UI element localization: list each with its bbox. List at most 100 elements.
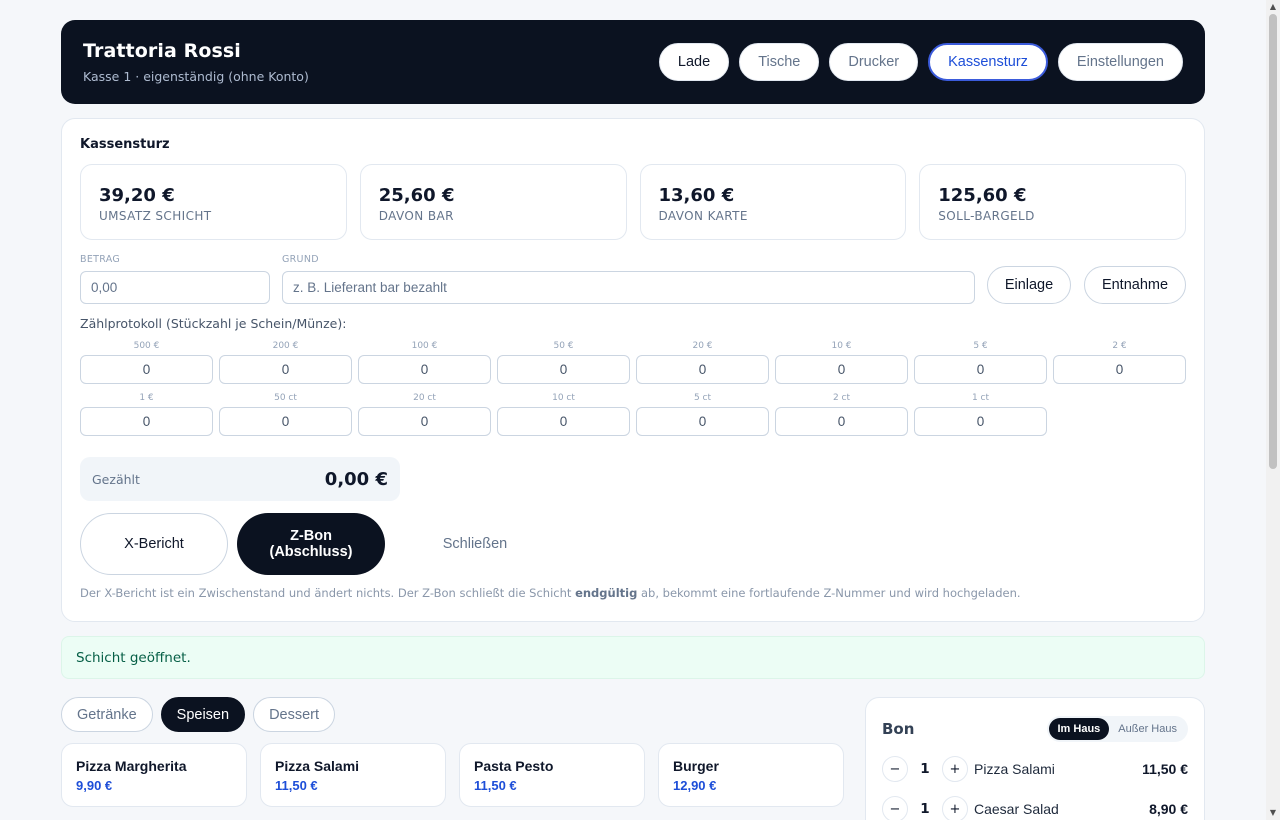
shift-status-banner: Schicht geöffnet. bbox=[61, 636, 1205, 679]
denomination-10-eur: 10 € 0 bbox=[775, 341, 908, 393]
product-name: Pizza Salami bbox=[275, 758, 360, 774]
denomination-200-eur: 200 € 0 bbox=[219, 341, 352, 393]
kassensturz-title: Kassensturz bbox=[80, 137, 170, 152]
stat-karte: 13,60 € DAVON KARTE bbox=[639, 164, 907, 240]
counted-value: 0,00 € bbox=[324, 468, 388, 490]
denomination-label: 10 € bbox=[831, 341, 852, 351]
denomination-500-eur: 500 € 0 bbox=[80, 341, 213, 393]
report-actions: X-Bericht Z-Bon (Abschluss) Schließen bbox=[80, 513, 1186, 575]
counted-label: Gezählt bbox=[92, 471, 140, 487]
bon-title: Bon bbox=[882, 720, 915, 738]
einlage-button[interactable]: Einlage bbox=[987, 266, 1071, 304]
denomination-input[interactable]: 0 bbox=[914, 407, 1047, 436]
denomination-input[interactable]: 0 bbox=[1053, 355, 1186, 384]
denomination-100-eur: 100 € 0 bbox=[358, 341, 491, 393]
line-price: 11,50 € bbox=[1142, 761, 1188, 777]
product-price: 11,50 € bbox=[275, 778, 318, 793]
tab-speisen[interactable]: Speisen bbox=[160, 697, 246, 732]
mode-im-haus[interactable]: Im Haus bbox=[1048, 718, 1110, 740]
main-nav: Lade Tische Drucker Kassensturz Einstell… bbox=[658, 43, 1183, 81]
product-card[interactable]: Pizza Margherita 9,90 € bbox=[61, 743, 247, 807]
z-bon-button[interactable]: Z-Bon (Abschluss) bbox=[237, 513, 385, 575]
counted-total: Gezählt 0,00 € bbox=[80, 457, 400, 501]
denomination-label: 20 € bbox=[692, 341, 713, 351]
stat-label: DAVON BAR bbox=[378, 209, 454, 223]
product-name: Pasta Pesto bbox=[474, 758, 554, 774]
denomination-input[interactable]: 0 bbox=[219, 355, 352, 384]
x-report-button[interactable]: X-Bericht bbox=[80, 513, 228, 575]
note-text: ab, bekommt eine fortlaufende Z-Nummer u… bbox=[637, 586, 1021, 600]
increase-button[interactable]: + bbox=[942, 756, 968, 782]
decrease-button[interactable]: − bbox=[882, 756, 908, 782]
denomination-input[interactable]: 0 bbox=[358, 355, 491, 384]
denomination-input[interactable]: 0 bbox=[636, 355, 769, 384]
denomination-input[interactable]: 0 bbox=[497, 355, 630, 384]
stat-label: UMSATZ SCHICHT bbox=[99, 209, 212, 223]
denomination-input[interactable]: 0 bbox=[358, 407, 491, 436]
pos-page: Trattoria Rossi Kasse 1 · eigenständig (… bbox=[61, 20, 1205, 820]
denomination-input[interactable]: 0 bbox=[636, 407, 769, 436]
denomination-5-eur: 5 €0 bbox=[914, 341, 1047, 393]
mode-ausser-haus[interactable]: Außer Haus bbox=[1109, 718, 1186, 740]
reason-label: GRUND bbox=[282, 254, 319, 265]
denomination-input[interactable]: 0 bbox=[775, 407, 908, 436]
nav-drucker-button[interactable]: Drucker bbox=[829, 43, 919, 81]
bon-line: − 1 + Caesar Salad 8,90 € bbox=[882, 795, 1188, 820]
stat-value: 125,60 € bbox=[938, 185, 1027, 206]
nav-tische-button[interactable]: Tische bbox=[739, 43, 820, 81]
close-button[interactable]: Schließen bbox=[394, 513, 556, 575]
count-protocol-title: Zählprotokoll (Stückzahl je Schein/Münze… bbox=[80, 316, 347, 331]
denomination-label: 50 € bbox=[553, 341, 574, 351]
amount-input[interactable]: 0,00 bbox=[80, 271, 270, 304]
denomination-1-ct: 1 ct 0 bbox=[914, 393, 1047, 445]
brand: Trattoria Rossi Kasse 1 · eigenständig (… bbox=[83, 40, 309, 84]
product-grid: Pizza Margherita 9,90 € Pizza Salami 11,… bbox=[61, 743, 844, 807]
product-card[interactable]: Burger 12,90 € bbox=[658, 743, 844, 807]
page-scrollbar[interactable]: ▲ ▼ bbox=[1266, 0, 1280, 820]
denomination-grid: 500 € 0 200 € 0 100 € 0 50 € 0 20 € 0 10 € 0 5… bbox=[80, 341, 1186, 445]
denomination-label: 2 € bbox=[1112, 341, 1127, 351]
product-price: 11,50 € bbox=[474, 778, 517, 793]
denomination-2-eur: 2 €0 bbox=[1053, 341, 1186, 393]
product-card[interactable]: Pizza Salami 11,50 € bbox=[260, 743, 446, 807]
restaurant-name: Trattoria Rossi bbox=[83, 40, 241, 62]
stat-value: 13,60 € bbox=[658, 185, 735, 206]
scroll-up-arrow-icon[interactable]: ▲ bbox=[1269, 2, 1277, 12]
stat-value: 39,20 € bbox=[99, 185, 175, 206]
stats-row: 39,20 € UMSATZ SCHICHT 25,60 € DAVON BAR… bbox=[80, 164, 1186, 240]
denomination-50-ct: 50 ct 0 bbox=[219, 393, 352, 445]
denomination-input[interactable]: 0 bbox=[219, 407, 352, 436]
denomination-label: 5 ct bbox=[693, 393, 712, 403]
denomination-input[interactable]: 0 bbox=[914, 355, 1047, 384]
nav-einstellungen-button[interactable]: Einstellungen bbox=[1057, 43, 1183, 81]
stat-label: DAVON KARTE bbox=[658, 209, 748, 223]
denomination-input[interactable]: 0 bbox=[497, 407, 630, 436]
entnahme-button[interactable]: Entnahme bbox=[1084, 266, 1186, 304]
scroll-down-arrow-icon[interactable]: ▼ bbox=[1269, 808, 1277, 818]
denomination-label: 10 ct bbox=[552, 393, 575, 403]
denomination-label: 2 ct bbox=[832, 393, 851, 403]
tab-getraenke[interactable]: Getränke bbox=[61, 697, 153, 732]
tab-dessert[interactable]: Dessert bbox=[253, 697, 336, 732]
denomination-label: 200 € bbox=[272, 341, 299, 351]
stat-soll-bargeld: 125,60 € SOLL-BARGELD bbox=[919, 164, 1186, 240]
denomination-2-ct: 2 ct 0 bbox=[775, 393, 908, 445]
line-price: 8,90 € bbox=[1149, 801, 1188, 817]
reason-input[interactable]: z. B. Lieferant bar bezahlt bbox=[282, 271, 975, 304]
denomination-input[interactable]: 0 bbox=[775, 355, 908, 384]
product-name: Burger bbox=[673, 758, 719, 774]
app-header: Trattoria Rossi Kasse 1 · eigenständig (… bbox=[61, 20, 1205, 104]
scrollbar-thumb[interactable] bbox=[1269, 14, 1277, 469]
z-bon-label: Z-Bon (Abschluss) bbox=[270, 528, 353, 560]
product-name: Pizza Margherita bbox=[76, 758, 187, 774]
stat-value: 25,60 € bbox=[378, 185, 455, 206]
denomination-input[interactable]: 0 bbox=[80, 355, 213, 384]
increase-button[interactable]: + bbox=[942, 796, 968, 820]
z-bon-line-1: Z-Bon bbox=[290, 528, 332, 544]
denomination-input[interactable]: 0 bbox=[80, 407, 213, 436]
denomination-label: 50 ct bbox=[274, 393, 297, 403]
nav-kassensturz-button[interactable]: Kassensturz bbox=[928, 43, 1048, 81]
product-card[interactable]: Pasta Pesto 11,50 € bbox=[459, 743, 645, 807]
nav-lade-button[interactable]: Lade bbox=[658, 43, 730, 81]
decrease-button[interactable]: − bbox=[882, 796, 908, 820]
